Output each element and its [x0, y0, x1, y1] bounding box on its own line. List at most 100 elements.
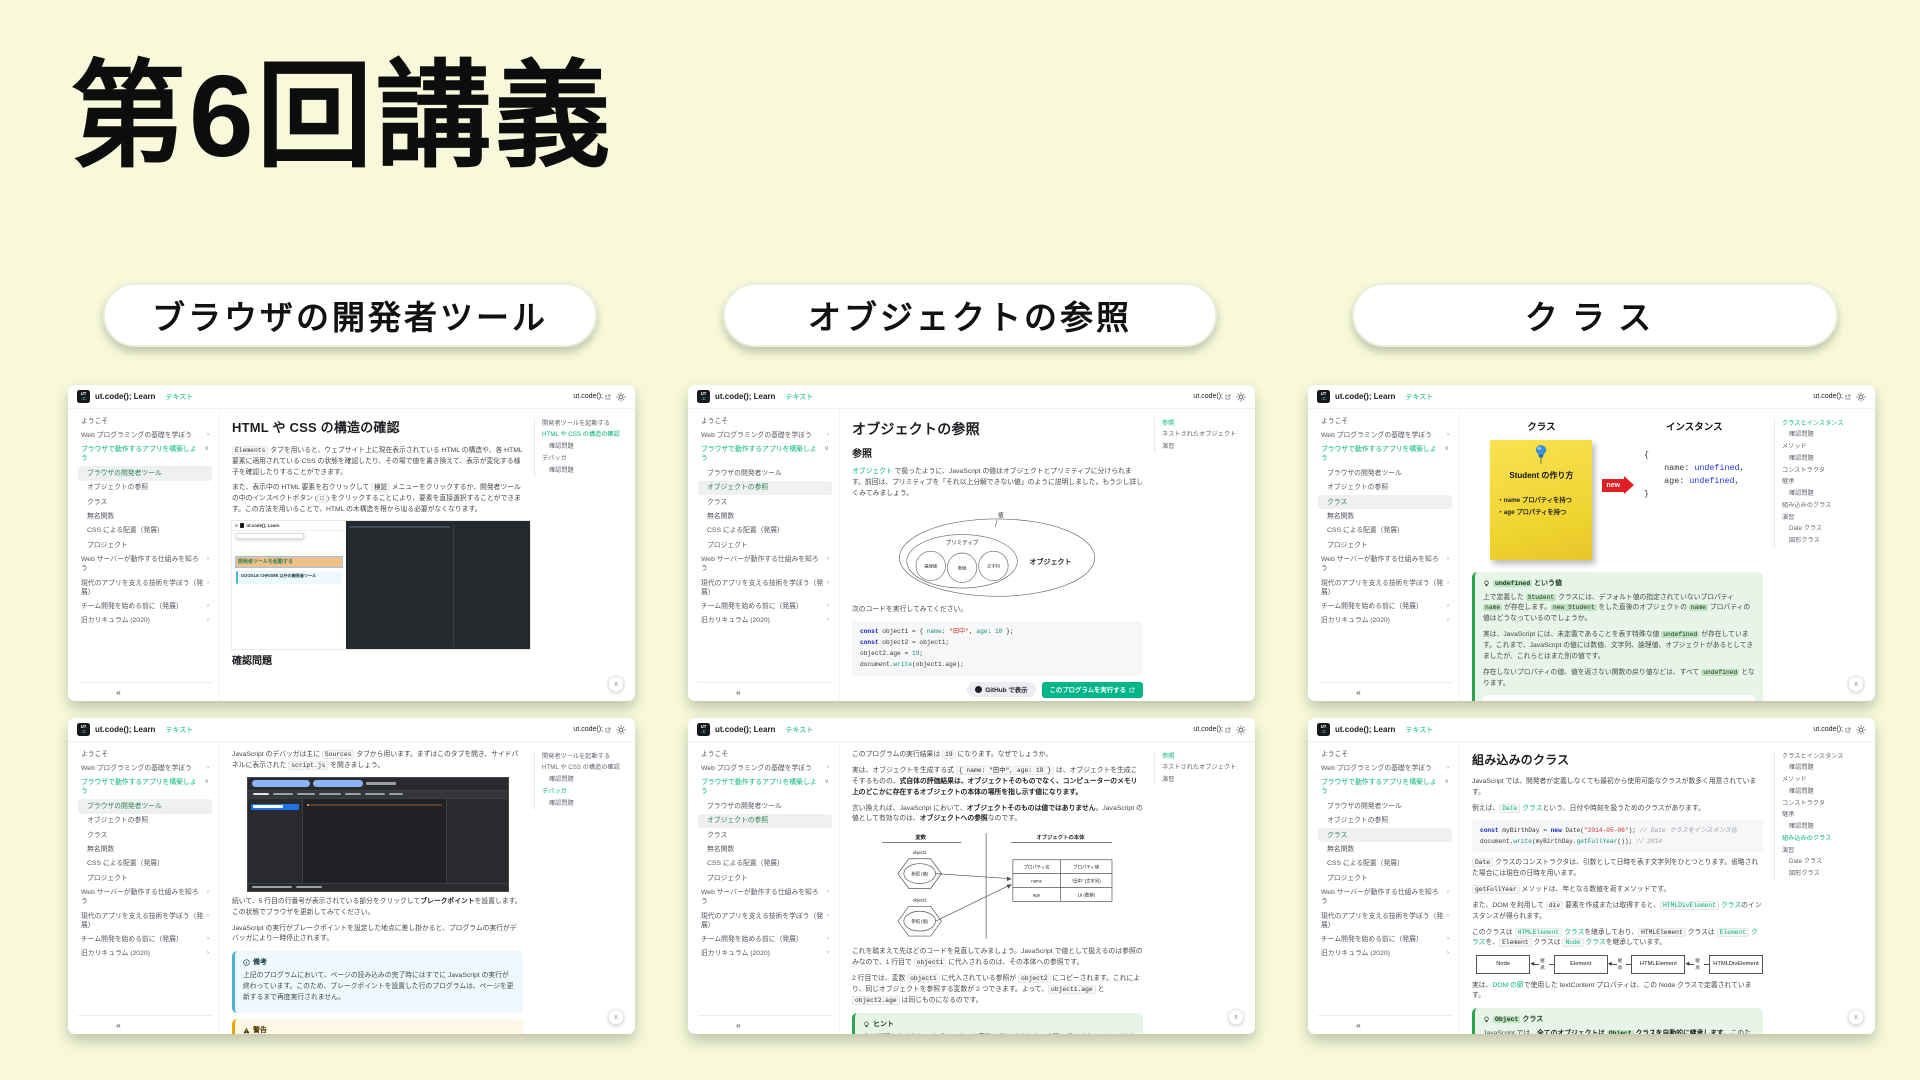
sidebar-item[interactable]: ブラウザで動作するアプリを構築しよう∨: [698, 443, 832, 467]
sidebar-item[interactable]: Web プログラミングの基礎を学ぼう›: [78, 428, 212, 442]
inline-link[interactable]: HTMLElement: [1515, 928, 1563, 937]
sidebar-item[interactable]: プロジェクト: [1318, 871, 1452, 885]
toc-item[interactable]: 確認問題: [1782, 488, 1870, 500]
sidebar-collapse-button[interactable]: «: [78, 1015, 212, 1034]
sidebar-item[interactable]: 無名関数: [698, 509, 832, 523]
inline-link[interactable]: オブジェクト: [852, 468, 893, 475]
toc-item[interactable]: 組み込みのクラス: [1782, 833, 1870, 845]
sidebar-item[interactable]: ブラウザで動作するアプリを構築しよう∨: [78, 776, 212, 800]
scroll-top-button[interactable]: ∧: [1848, 1009, 1864, 1025]
sidebar-item[interactable]: クラス: [1318, 495, 1452, 509]
sidebar-item[interactable]: 旧カリキュラム (2020)›: [1318, 614, 1452, 628]
scroll-top-button[interactable]: ∧: [608, 1009, 624, 1025]
sidebar-item[interactable]: Web プログラミングの基礎を学ぼう›: [698, 761, 832, 775]
sidebar-collapse-button[interactable]: «: [1318, 682, 1452, 701]
toc-item[interactable]: HTML や CSS の構造の確認: [542, 430, 630, 442]
toc-item[interactable]: 図形クラス: [1782, 868, 1870, 880]
nav-text-link[interactable]: テキスト: [1405, 392, 1433, 402]
sidebar-item[interactable]: ブラウザで動作するアプリを構築しよう∨: [1318, 776, 1452, 800]
toc-item[interactable]: 演習: [1782, 512, 1870, 524]
nav-text-link[interactable]: テキスト: [785, 725, 813, 735]
toc-item[interactable]: 図形クラス: [1782, 535, 1870, 547]
sidebar-collapse-button[interactable]: «: [78, 682, 212, 701]
external-utcode-link[interactable]: ut.code();: [1813, 726, 1851, 733]
toc-item[interactable]: 確認問題: [542, 774, 630, 786]
toc-item[interactable]: 参照: [1162, 418, 1250, 430]
sidebar-item[interactable]: チーム開発を始める前に（発展）›: [1318, 599, 1452, 613]
sidebar-item[interactable]: ブラウザの開発者ツール: [1318, 799, 1452, 813]
nav-text-link[interactable]: テキスト: [165, 392, 193, 402]
sidebar-item[interactable]: オブジェクトの参照: [1318, 481, 1452, 495]
sidebar-item[interactable]: Web プログラミングの基礎を学ぼう›: [1318, 761, 1452, 775]
sidebar-item[interactable]: チーム開発を始める前に（発展）›: [78, 599, 212, 613]
sidebar-item[interactable]: ようこそ: [78, 414, 212, 428]
sidebar-item[interactable]: クラス: [698, 828, 832, 842]
sidebar-item[interactable]: Web サーバーが動作する仕組みを知ろう›: [78, 552, 212, 576]
sidebar-item[interactable]: 旧カリキュラム (2020)›: [78, 614, 212, 628]
sidebar-item[interactable]: 無名関数: [78, 509, 212, 523]
sidebar-item[interactable]: オブジェクトの参照: [698, 481, 832, 495]
sidebar-item[interactable]: CSS による配置（発展）: [698, 857, 832, 871]
sidebar-item[interactable]: 現代のアプリを支える技術を学ぼう（発展）›: [698, 576, 832, 600]
toc-item[interactable]: 確認問題: [1782, 453, 1870, 465]
toc-item[interactable]: デバッガ: [542, 453, 630, 465]
sidebar-item[interactable]: プロジェクト: [78, 538, 212, 552]
toc-item[interactable]: 継承: [1782, 477, 1870, 489]
toc-item[interactable]: 確認問題: [542, 798, 630, 810]
sidebar-item[interactable]: 現代のアプリを支える技術を学ぼう（発展）›: [78, 576, 212, 600]
scroll-top-button[interactable]: ∧: [1228, 1009, 1244, 1025]
sidebar-item[interactable]: オブジェクトの参照: [78, 814, 212, 828]
external-utcode-link[interactable]: ut.code();: [1813, 393, 1851, 400]
sidebar-item[interactable]: ブラウザの開発者ツール: [698, 799, 832, 813]
theme-toggle-icon[interactable]: [1856, 725, 1866, 735]
toc-item[interactable]: 確認問題: [1782, 786, 1870, 798]
inline-link[interactable]: Date: [1499, 804, 1520, 813]
brand-link[interactable]: ut.code(); Learn: [95, 392, 155, 401]
sidebar-item[interactable]: Web サーバーが動作する仕組みを知ろう›: [1318, 885, 1452, 909]
sidebar-item[interactable]: プロジェクト: [698, 538, 832, 552]
sidebar-item[interactable]: 無名関数: [1318, 842, 1452, 856]
toc-item[interactable]: 演習: [1162, 774, 1250, 786]
sidebar-item[interactable]: ブラウザの開発者ツール: [698, 466, 832, 480]
sidebar-item[interactable]: クラス: [78, 828, 212, 842]
sidebar-item[interactable]: 現代のアプリを支える技術を学ぼう（発展）›: [1318, 909, 1452, 933]
sidebar-item[interactable]: 旧カリキュラム (2020)›: [1318, 947, 1452, 961]
sidebar-item[interactable]: ようこそ: [1318, 747, 1452, 761]
sidebar-collapse-button[interactable]: «: [698, 682, 832, 701]
toc-item[interactable]: 開発者ツールを起動する: [542, 418, 630, 430]
toc-item[interactable]: 開発者ツールを起動する: [542, 751, 630, 763]
sidebar-item[interactable]: 現代のアプリを支える技術を学ぼう（発展）›: [698, 909, 832, 933]
run-program-button[interactable]: このプログラムを実行する: [1042, 682, 1144, 698]
sidebar-item[interactable]: ようこそ: [1318, 414, 1452, 428]
sidebar-collapse-button[interactable]: «: [1318, 1015, 1452, 1034]
inline-link[interactable]: DOM の節: [1492, 982, 1523, 989]
toc-item[interactable]: 組み込みのクラス: [1782, 500, 1870, 512]
sidebar-item[interactable]: オブジェクトの参照: [698, 814, 832, 828]
brand-link[interactable]: ut.code(); Learn: [95, 725, 155, 734]
sidebar-item[interactable]: CSS による配置（発展）: [698, 524, 832, 538]
toc-item[interactable]: コンストラクタ: [1782, 798, 1870, 810]
sidebar-item[interactable]: オブジェクトの参照: [1318, 814, 1452, 828]
sidebar-item[interactable]: ブラウザで動作するアプリを構築しよう∨: [1318, 443, 1452, 467]
nav-text-link[interactable]: テキスト: [165, 725, 193, 735]
toc-item[interactable]: 継承: [1782, 810, 1870, 822]
theme-toggle-icon[interactable]: [1236, 725, 1246, 735]
theme-toggle-icon[interactable]: [616, 392, 626, 402]
toc-item[interactable]: 参照: [1162, 751, 1250, 763]
sidebar-item[interactable]: プロジェクト: [698, 871, 832, 885]
sidebar-item[interactable]: 現代のアプリを支える技術を学ぼう（発展）›: [78, 909, 212, 933]
sidebar-item[interactable]: 無名関数: [1318, 509, 1452, 523]
sidebar-item[interactable]: プロジェクト: [1318, 538, 1452, 552]
sidebar-item[interactable]: Web プログラミングの基礎を学ぼう›: [698, 428, 832, 442]
nav-text-link[interactable]: テキスト: [785, 392, 813, 402]
brand-link[interactable]: ut.code(); Learn: [715, 392, 775, 401]
toc-item[interactable]: HTML や CSS の構造の確認: [542, 763, 630, 775]
sidebar-item[interactable]: Web サーバーが動作する仕組みを知ろう›: [78, 885, 212, 909]
sidebar-item[interactable]: チーム開発を始める前に（発展）›: [698, 599, 832, 613]
external-utcode-link[interactable]: ut.code();: [573, 393, 611, 400]
sidebar-item[interactable]: Web プログラミングの基礎を学ぼう›: [78, 761, 212, 775]
scroll-top-button[interactable]: ∧: [608, 676, 624, 692]
toc-item[interactable]: クラスとインスタンス: [1782, 418, 1870, 430]
sidebar-item[interactable]: Web プログラミングの基礎を学ぼう›: [1318, 428, 1452, 442]
sidebar-item[interactable]: 旧カリキュラム (2020)›: [698, 947, 832, 961]
